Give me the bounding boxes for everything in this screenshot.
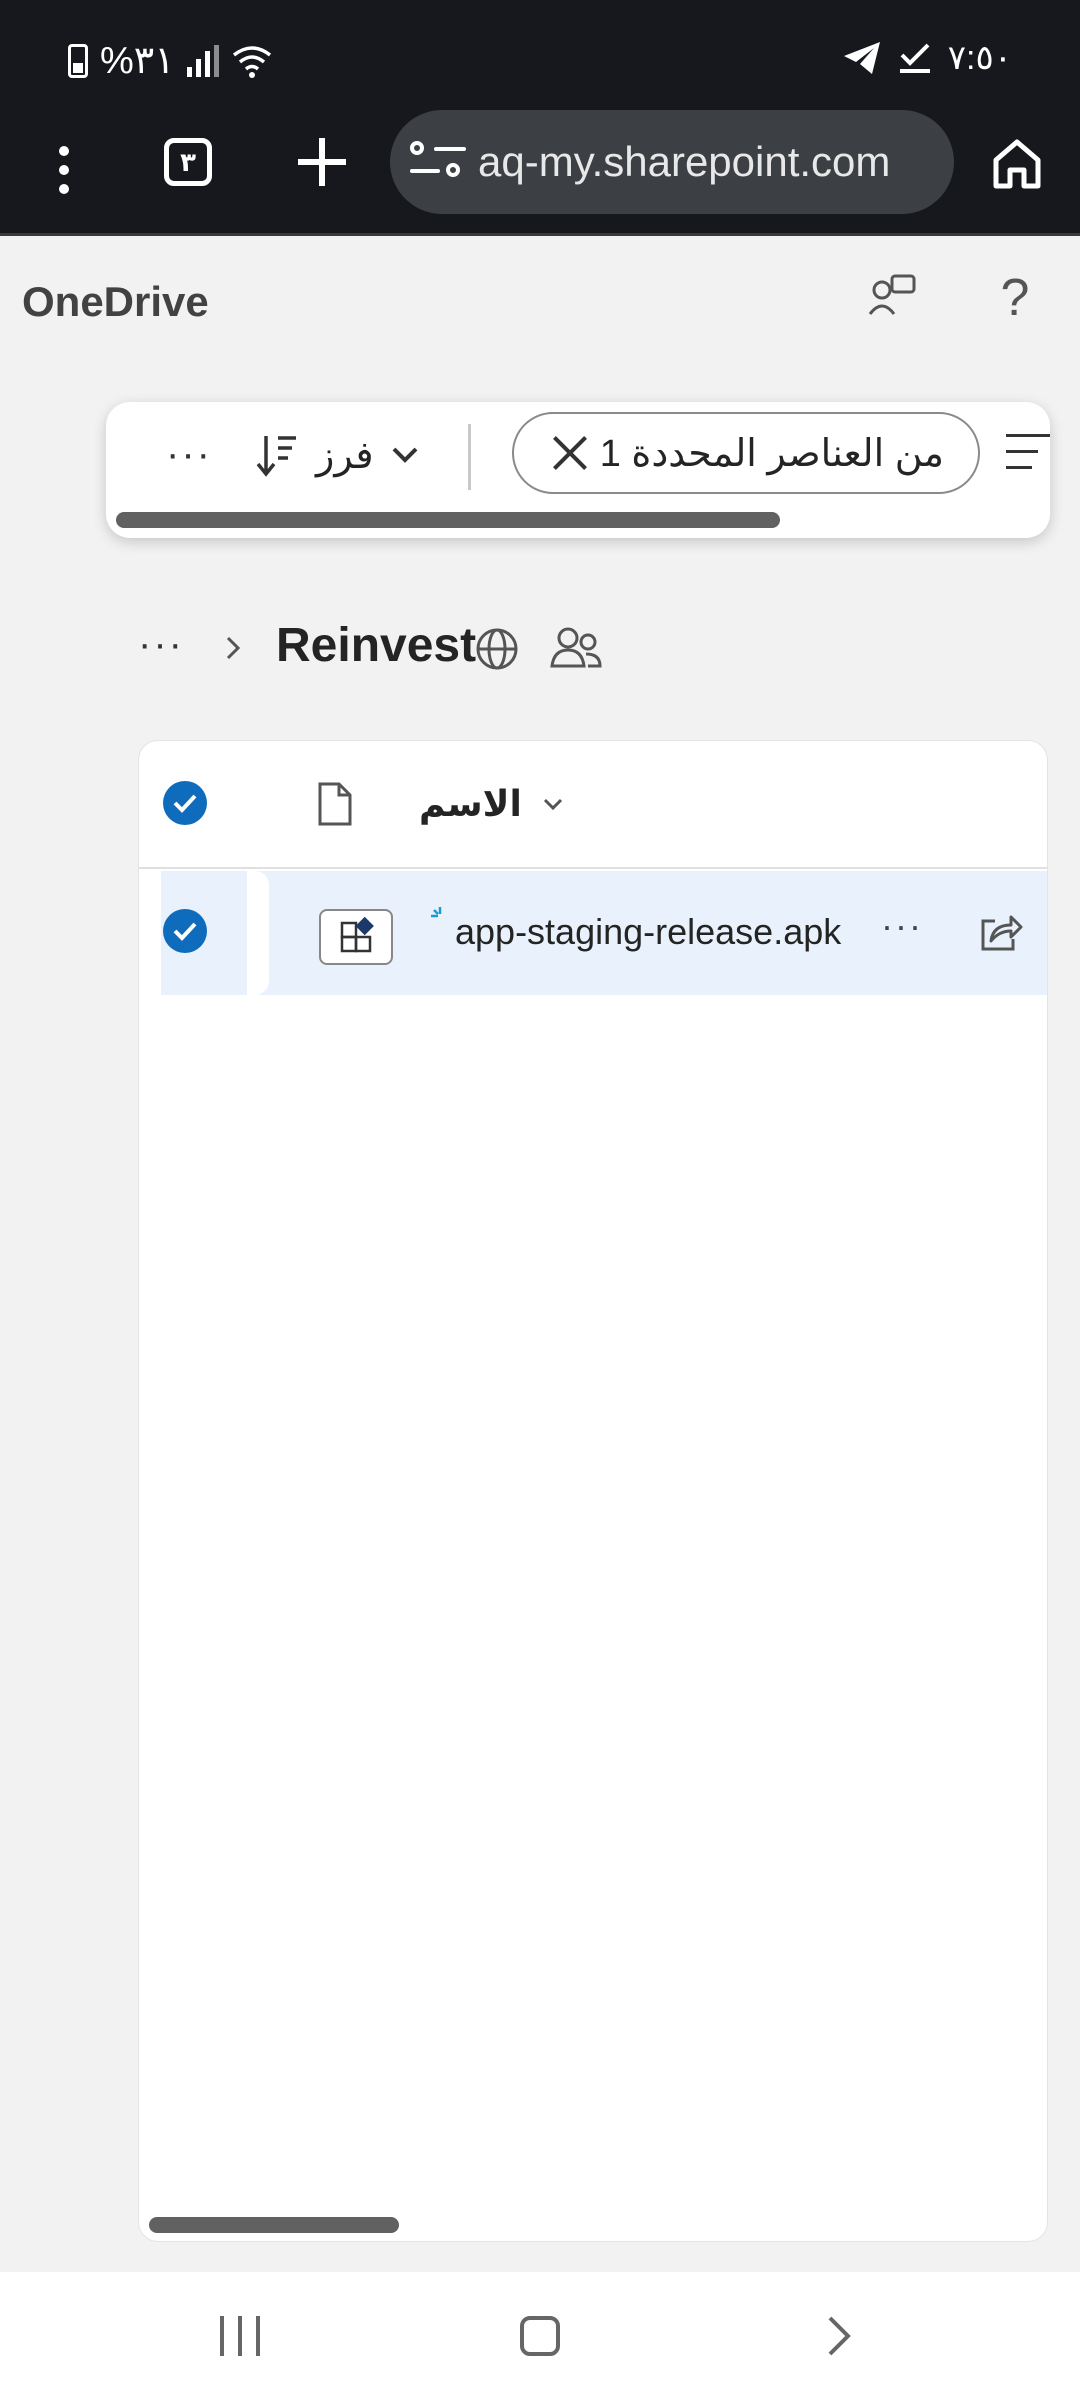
file-list-panel: الاسم app-staging-release.apk ··· xyxy=(138,740,1048,2242)
file-type-icon[interactable] xyxy=(317,781,353,827)
app-title[interactable]: OneDrive xyxy=(22,278,209,326)
wifi-icon xyxy=(232,45,271,78)
help-icon[interactable]: ? xyxy=(990,268,1040,328)
battery-icon xyxy=(68,43,88,78)
select-all-checkbox[interactable] xyxy=(163,781,207,825)
sort-button[interactable]: فرز xyxy=(254,432,419,478)
name-column-label: الاسم xyxy=(419,783,522,824)
home-icon[interactable] xyxy=(990,136,1044,190)
list-header-row: الاسم xyxy=(139,741,1047,869)
back-button[interactable] xyxy=(824,2314,854,2358)
site-settings-icon[interactable] xyxy=(410,137,470,187)
people-icon[interactable] xyxy=(550,624,602,670)
check-icon xyxy=(899,43,930,73)
table-row[interactable]: app-staging-release.apk ··· xyxy=(161,871,1047,995)
feedback-icon[interactable] xyxy=(868,272,918,322)
address-bar[interactable]: aq-my.sharepoint.com xyxy=(390,110,954,214)
clear-selection-icon[interactable] xyxy=(550,433,590,473)
status-bar: %٣١ ٧:٥٠ xyxy=(0,0,1080,110)
row-checkbox[interactable] xyxy=(163,909,207,953)
status-left: %٣١ xyxy=(68,38,273,83)
name-column-header[interactable]: الاسم xyxy=(419,783,564,825)
breadcrumb-more-button[interactable]: ··· xyxy=(138,622,184,667)
chevron-down-icon xyxy=(393,447,418,463)
command-bar-scrollbar[interactable] xyxy=(116,512,780,528)
chevron-right-icon xyxy=(226,636,241,660)
clock: ٧:٥٠ xyxy=(947,39,1012,77)
chevron-down-icon xyxy=(543,798,562,811)
view-options-icon[interactable] xyxy=(1006,432,1050,472)
browser-toolbar: ٣ aq-my.sharepoint.com xyxy=(0,110,1080,236)
recents-button[interactable] xyxy=(220,2316,260,2356)
system-nav-bar xyxy=(0,2272,1080,2400)
list-scrollbar[interactable] xyxy=(149,2217,399,2233)
command-more-button[interactable]: ··· xyxy=(166,432,212,477)
sort-label: فرز xyxy=(316,434,374,477)
browser-menu-icon[interactable] xyxy=(44,140,84,200)
selection-count-label: من العناصر المحددة 1 xyxy=(599,432,944,475)
row-more-button[interactable]: ··· xyxy=(881,905,923,947)
home-button[interactable] xyxy=(520,2316,560,2356)
file-name[interactable]: app-staging-release.apk xyxy=(455,911,841,953)
sync-status-icon xyxy=(431,907,442,918)
telegram-icon xyxy=(843,42,880,74)
tab-switcher-button[interactable]: ٣ xyxy=(164,138,212,186)
status-right: ٧:٥٠ xyxy=(842,38,1012,78)
row-indicator xyxy=(247,871,269,995)
apk-file-icon xyxy=(319,909,393,965)
selection-pill[interactable]: من العناصر المحددة 1 xyxy=(512,412,980,494)
globe-icon[interactable] xyxy=(474,626,520,672)
command-bar: ··· فرز من العناصر المحددة 1 xyxy=(106,402,1050,538)
signal-icon xyxy=(186,44,219,77)
command-divider xyxy=(468,424,471,490)
url-text[interactable]: aq-my.sharepoint.com xyxy=(478,138,890,186)
share-icon[interactable] xyxy=(977,911,1023,953)
folder-title: Reinvest xyxy=(276,619,477,672)
sort-icon xyxy=(256,436,296,477)
battery-percent: %٣١ xyxy=(100,40,175,82)
new-tab-icon[interactable] xyxy=(294,134,350,190)
